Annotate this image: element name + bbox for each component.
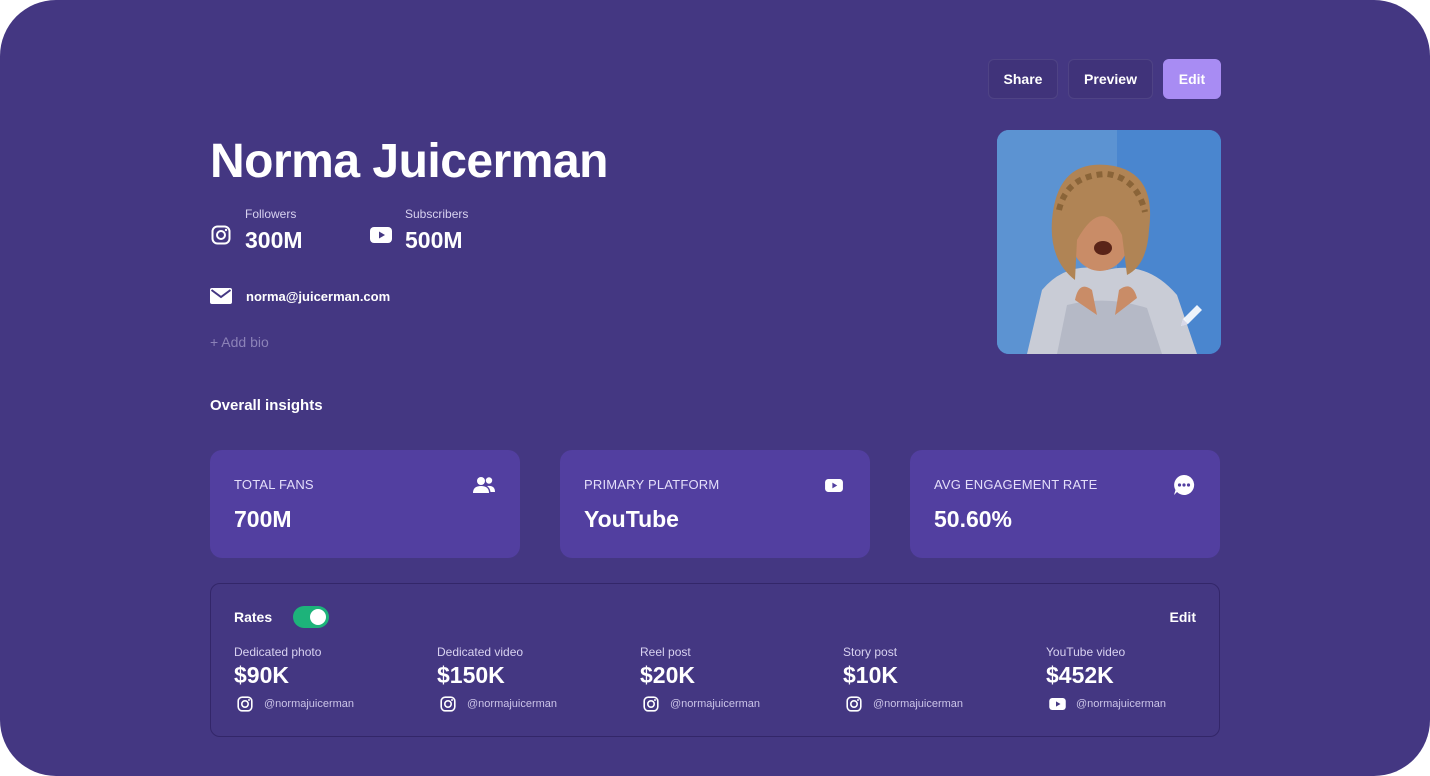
insights-title: Overall insights [210,397,323,414]
profile-name: Norma Juicerman [210,135,609,188]
engagement-rate-card: AVG ENGAGEMENT RATE 50.60% [910,450,1220,558]
card-value: 700M [234,506,292,532]
toggle-knob [310,609,326,625]
followers-value: 300M [245,227,303,253]
rates-panel: Rates Edit Dedicated photo $90K @normaju… [210,583,1220,737]
instagram-icon [210,224,232,246]
rates-toggle[interactable] [293,606,329,628]
subscribers-label: Subscribers [405,207,469,221]
primary-platform-card: PRIMARY PLATFORM YouTube [560,450,870,558]
share-button[interactable]: Share [988,59,1058,99]
rate-handle: @normajuicerman [843,695,1033,713]
rate-item: Dedicated video $150K @normajuicerman [437,645,627,713]
handle-text: @normajuicerman [1076,698,1167,710]
mail-icon [210,286,232,306]
instagram-icon [642,695,660,713]
card-label: PRIMARY PLATFORM [584,477,720,492]
rate-item: Story post $10K @normajuicerman [843,645,1033,713]
youtube-icon [370,224,392,246]
people-icon [472,474,496,496]
rate-label: Story post [843,645,898,659]
youtube-icon [1048,695,1066,713]
profile-photo[interactable] [997,130,1221,354]
email-row: norma@juicerman.com [210,286,390,306]
rate-value: $90K [234,662,289,688]
edit-photo-icon[interactable] [1177,300,1207,330]
rates-title: Rates [234,609,273,625]
card-label: TOTAL FANS [234,477,314,492]
instagram-icon [845,695,863,713]
rate-value: $150K [437,662,505,688]
handle-text: @normajuicerman [873,698,964,710]
rate-handle: @normajuicerman [234,695,424,713]
edit-button[interactable]: Edit [1163,59,1221,99]
profile-page: Share Preview Edit Norma Juicerman Follo… [0,0,1430,776]
handle-text: @normajuicerman [467,698,558,710]
instagram-icon [236,695,254,713]
rate-value: $10K [843,662,898,688]
rate-item: YouTube video $452K @normajuicerman [1046,645,1236,713]
total-fans-card: TOTAL FANS 700M [210,450,520,558]
youtube-icon [822,474,846,496]
instagram-icon [439,695,457,713]
preview-button[interactable]: Preview [1068,59,1153,99]
add-bio-link[interactable]: + Add bio [210,334,269,350]
followers-label: Followers [245,207,297,221]
rate-value: $452K [1046,662,1114,688]
rate-handle: @normajuicerman [437,695,627,713]
rate-item: Reel post $20K @normajuicerman [640,645,830,713]
rate-label: Reel post [640,645,691,659]
followers-stat: Followers 300M [210,207,303,254]
rates-edit-button[interactable]: Edit [1170,609,1196,625]
rate-handle: @normajuicerman [1046,695,1236,713]
rate-value: $20K [640,662,695,688]
subscribers-value: 500M [405,227,463,253]
rate-handle: @normajuicerman [640,695,830,713]
chat-bubble-icon [1172,474,1196,496]
card-label: AVG ENGAGEMENT RATE [934,477,1098,492]
subscribers-stat: Subscribers 500M [370,207,468,254]
rate-label: Dedicated photo [234,645,322,659]
rate-item: Dedicated photo $90K @normajuicerman [234,645,424,713]
email-text[interactable]: norma@juicerman.com [246,289,390,304]
card-value: YouTube [584,506,679,532]
rate-label: YouTube video [1046,645,1126,659]
handle-text: @normajuicerman [670,698,761,710]
card-value: 50.60% [934,506,1013,532]
handle-text: @normajuicerman [264,698,355,710]
rate-label: Dedicated video [437,645,524,659]
